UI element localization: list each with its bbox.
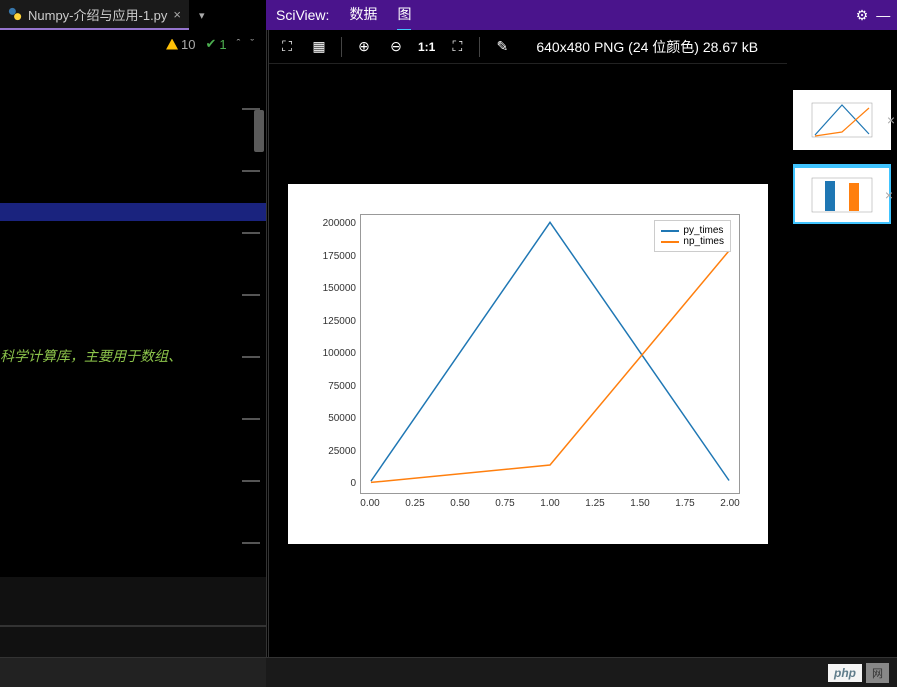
editor-tab[interactable]: Numpy-介绍与应用-1.py × bbox=[0, 0, 189, 30]
cn-badge: 网 bbox=[866, 663, 889, 683]
y-tick-label: 50000 bbox=[296, 413, 356, 424]
editor-divider bbox=[0, 625, 266, 627]
pass-indicator[interactable]: ✔ 1 bbox=[206, 36, 227, 52]
y-tick-label: 100000 bbox=[296, 348, 356, 359]
tab-label: Numpy-介绍与应用-1.py bbox=[28, 5, 167, 24]
nav-down-icon[interactable]: ˇ bbox=[250, 39, 254, 50]
thumb-line-icon bbox=[807, 100, 877, 140]
fit-screen-icon[interactable]: ⛶ bbox=[277, 38, 297, 55]
y-tick-label: 75000 bbox=[296, 381, 356, 392]
legend-label: np_times bbox=[683, 236, 724, 247]
php-badge: php bbox=[828, 664, 862, 682]
plot-area: py_times np_times bbox=[360, 214, 740, 494]
legend-item-np: np_times bbox=[661, 236, 724, 247]
thumbnail-close-icon[interactable]: × bbox=[887, 112, 895, 128]
thumbnail-line-chart[interactable]: × bbox=[793, 90, 891, 150]
grid-icon[interactable]: ▦ bbox=[309, 38, 329, 55]
bottom-right-region: php 网 bbox=[266, 658, 897, 687]
plot-svg bbox=[361, 215, 739, 493]
x-tick-label: 1.75 bbox=[670, 498, 700, 509]
selection-bar bbox=[0, 203, 266, 221]
window-controls: ⚙ — bbox=[849, 0, 897, 30]
main-area: 10 ✔ 1 ˆ ˇ 科学计算库，主要用于数组、 ⛶ ▦ bbox=[0, 30, 897, 657]
sciview-bar: SciView: 数据 图 bbox=[266, 0, 849, 30]
top-bar: Numpy-介绍与应用-1.py × ▾ SciView: 数据 图 ⚙ — bbox=[0, 0, 897, 30]
minimap-ticks bbox=[242, 108, 260, 544]
warning-indicator[interactable]: 10 bbox=[166, 37, 195, 52]
viewer-panel: ⛶ ▦ ⊕ ⊖ 1:1 ⛶ ✎ 640x480 PNG (24 位颜色) 28.… bbox=[269, 30, 787, 657]
warning-count: 10 bbox=[181, 37, 195, 52]
ratio-button[interactable]: 1:1 bbox=[418, 40, 435, 54]
minimize-icon[interactable]: — bbox=[876, 7, 890, 23]
y-tick-label: 0 bbox=[296, 478, 356, 489]
legend-item-py: py_times bbox=[661, 225, 724, 236]
y-tick-label: 125000 bbox=[296, 316, 356, 327]
x-tick-label: 2.00 bbox=[715, 498, 745, 509]
editor-tab-area: Numpy-介绍与应用-1.py × ▾ bbox=[0, 0, 266, 30]
x-tick-label: 0.00 bbox=[355, 498, 385, 509]
y-tick-label: 25000 bbox=[296, 446, 356, 457]
editor-panel: 10 ✔ 1 ˆ ˇ 科学计算库，主要用于数组、 bbox=[0, 30, 266, 657]
x-tick-label: 1.00 bbox=[535, 498, 565, 509]
nav-up-icon[interactable]: ˆ bbox=[237, 39, 241, 50]
code-comment-text: 科学计算库，主要用于数组、 bbox=[0, 346, 182, 366]
python-file-icon bbox=[8, 7, 22, 21]
sciview-label: SciView: bbox=[276, 7, 329, 23]
thumbnail-bar-chart[interactable]: × bbox=[793, 164, 891, 224]
chart-container: py_times np_times 0 25000 50000 75000 100000… bbox=[269, 64, 787, 657]
x-tick-label: 0.50 bbox=[445, 498, 475, 509]
x-tick-label: 1.25 bbox=[580, 498, 610, 509]
bottom-bar: php 网 bbox=[0, 657, 897, 687]
thumbnail-close-icon[interactable]: × bbox=[885, 187, 893, 203]
chart-legend: py_times np_times bbox=[654, 220, 731, 252]
x-tick-label: 0.25 bbox=[400, 498, 430, 509]
sciview-tab-plot[interactable]: 图 bbox=[397, 0, 411, 32]
sciview-tabs: 数据 图 bbox=[349, 0, 411, 32]
x-tick-label: 1.50 bbox=[625, 498, 655, 509]
fullscreen-icon[interactable]: ⛶ bbox=[447, 38, 467, 55]
x-tick-label: 0.75 bbox=[490, 498, 520, 509]
settings-gear-icon[interactable]: ⚙ bbox=[856, 7, 869, 24]
editor-status-line: 10 ✔ 1 ˆ ˇ bbox=[0, 30, 266, 58]
sciview-tab-data[interactable]: 数据 bbox=[349, 0, 377, 32]
tab-dropdown-icon[interactable]: ▾ bbox=[189, 9, 215, 22]
tab-close-icon[interactable]: × bbox=[173, 7, 181, 22]
editor-content[interactable]: 科学计算库，主要用于数组、 bbox=[0, 58, 266, 657]
zoom-in-icon[interactable]: ⊕ bbox=[354, 38, 374, 55]
image-toolbar: ⛶ ▦ ⊕ ⊖ 1:1 ⛶ ✎ 640x480 PNG (24 位颜色) 28.… bbox=[269, 30, 787, 64]
thumb-bar-icon bbox=[807, 175, 877, 215]
toolbar-separator bbox=[341, 37, 342, 57]
y-tick-label: 200000 bbox=[296, 218, 356, 229]
bottom-left-region bbox=[0, 658, 266, 687]
y-tick-label: 175000 bbox=[296, 251, 356, 262]
toolbar-separator bbox=[479, 37, 480, 57]
checkmark-icon: ✔ bbox=[206, 36, 217, 52]
legend-label: py_times bbox=[683, 225, 723, 236]
warning-triangle-icon bbox=[166, 39, 178, 50]
eyedropper-icon[interactable]: ✎ bbox=[492, 38, 512, 55]
y-tick-label: 150000 bbox=[296, 283, 356, 294]
image-info-text: 640x480 PNG (24 位颜色) 28.67 kB bbox=[536, 37, 758, 57]
pass-count: 1 bbox=[219, 37, 226, 52]
thumbnail-panel: × × bbox=[787, 30, 897, 657]
editor-footer-region bbox=[0, 577, 266, 657]
chart-canvas[interactable]: py_times np_times 0 25000 50000 75000 100000… bbox=[288, 184, 768, 544]
zoom-out-icon[interactable]: ⊖ bbox=[386, 38, 406, 55]
